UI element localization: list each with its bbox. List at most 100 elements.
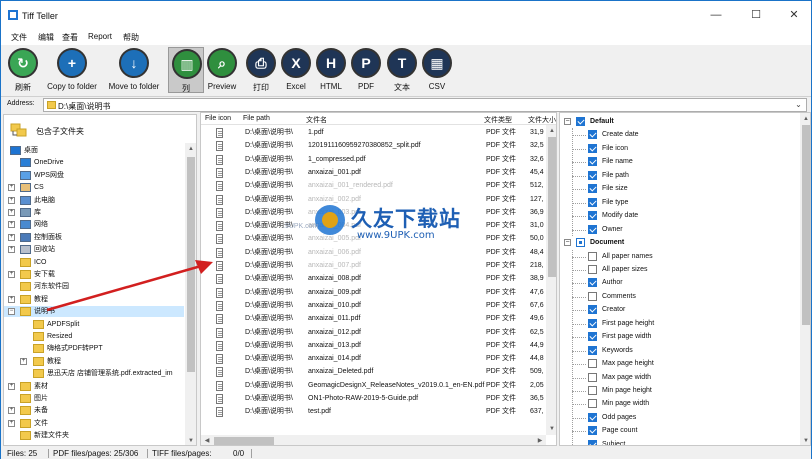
expand-icon[interactable]: +	[8, 221, 15, 229]
tree-item[interactable]: 思迅天店 店铺管理系统.pdf.extracted_im	[4, 368, 184, 379]
preview-button[interactable]: ⌕ Preview	[204, 47, 240, 93]
property-item[interactable]: First page height	[564, 317, 794, 330]
tree-item[interactable]: APDFSplit	[4, 319, 184, 330]
file-row[interactable]: D:\桌面\说明书\ ON1-Photo-RAW-2019-5-Guide.pdf…	[201, 392, 546, 406]
property-item[interactable]: Modify date	[564, 209, 794, 222]
file-row[interactable]: D:\桌面\说明书\ 120191116095927038085​2_split.…	[201, 139, 546, 153]
menu-help[interactable]: 帮助	[123, 32, 139, 43]
collapse-icon[interactable]: −	[8, 308, 15, 316]
scroll-up-arrow-icon[interactable]: ▲	[546, 125, 556, 137]
tree-scrollbar[interactable]: ▲ ▼	[185, 143, 196, 445]
property-checkbox[interactable]	[588, 224, 597, 234]
property-item[interactable]: Keywords	[564, 344, 794, 357]
file-row[interactable]: D:\桌面\说明书\ anxaizai_014.pdf PDF 文件 44,8	[201, 352, 546, 366]
tree-item[interactable]: 河东软件园	[4, 281, 184, 292]
property-item[interactable]: File icon	[564, 142, 794, 155]
tree-item[interactable]: + 网络	[4, 219, 184, 230]
property-checkbox[interactable]	[588, 211, 597, 221]
property-group[interactable]: − Default	[564, 115, 794, 128]
property-checkbox[interactable]	[588, 332, 597, 342]
expand-icon[interactable]: +	[8, 184, 15, 192]
property-checkbox[interactable]	[588, 345, 597, 355]
property-item[interactable]: All paper sizes	[564, 263, 794, 276]
menu-file[interactable]: 文件	[11, 32, 27, 43]
expand-icon[interactable]: +	[20, 357, 27, 365]
file-row[interactable]: D:\桌面\说明书\ anxaizai_013.pdf PDF 文件 44,9	[201, 339, 546, 353]
tree-item[interactable]: ICO	[4, 257, 184, 268]
pdf-button[interactable]: P PDF	[348, 47, 384, 93]
property-checkbox[interactable]	[588, 439, 597, 445]
scrollbar-thumb[interactable]	[802, 125, 810, 325]
property-checkbox[interactable]	[576, 117, 585, 126]
property-item[interactable]: Creator	[564, 303, 794, 316]
refresh-button[interactable]: ↻ 刷新	[7, 47, 39, 93]
menu-view[interactable]: 查看	[62, 32, 78, 43]
scroll-left-arrow-icon[interactable]: ◀	[201, 435, 213, 445]
menu-report[interactable]: Report	[88, 32, 112, 41]
file-row[interactable]: D:\桌面\说明书\ 1_compressed.pdf PDF 文件 32,6	[201, 153, 546, 167]
property-checkbox[interactable]	[588, 130, 597, 140]
expand-icon[interactable]: +	[8, 407, 15, 415]
property-checkbox[interactable]	[588, 197, 597, 207]
file-row[interactable]: D:\桌面\说明书\ anxaizai_002.pdf PDF 文件 127,	[201, 193, 546, 207]
file-row[interactable]: D:\桌面\说明书\ anxaizai_012.pdf PDF 文件 62,5	[201, 326, 546, 340]
file-row[interactable]: D:\桌面\说明书\ anxaizai_001_rendered.pdf PDF 文…	[201, 179, 546, 193]
expand-icon[interactable]: +	[8, 233, 15, 241]
property-item[interactable]: Owner	[564, 223, 794, 236]
property-item[interactable]: File type	[564, 196, 794, 209]
property-checkbox[interactable]	[588, 291, 597, 301]
tree-item[interactable]: + 库	[4, 207, 184, 218]
property-checkbox[interactable]	[588, 305, 597, 315]
tree-item[interactable]: + 此电脑	[4, 195, 184, 206]
property-checkbox[interactable]	[588, 386, 597, 395]
excel-button[interactable]: X Excel	[278, 47, 314, 93]
property-item[interactable]: Comments	[564, 290, 794, 303]
property-item[interactable]: Max page width	[564, 371, 794, 384]
file-row[interactable]: D:\桌面\说明书\ 1.pdf PDF 文件 31,9	[201, 126, 546, 140]
columns-button[interactable]: ▥ 列	[168, 47, 204, 93]
tree-item[interactable]: + 素材	[4, 381, 184, 392]
html-button[interactable]: H HTML	[313, 47, 349, 93]
column-file-path[interactable]: File path	[243, 115, 270, 122]
property-group[interactable]: − Document	[564, 236, 794, 249]
column-file-size[interactable]: 文件大小	[528, 115, 556, 125]
property-checkbox[interactable]	[588, 359, 597, 369]
file-row[interactable]: D:\桌面\说明书\ anxaizai_003.pdf PDF 文件 36,9	[201, 206, 546, 220]
tree-item[interactable]: + 安下载	[4, 269, 184, 280]
tree-item[interactable]: 嗨格式PDF转PPT	[4, 343, 184, 354]
scrollbar-thumb[interactable]	[187, 157, 195, 372]
expand-icon[interactable]: +	[8, 295, 15, 303]
minimize-button[interactable]: —	[697, 1, 735, 29]
expand-icon[interactable]: +	[8, 271, 15, 278]
property-checkbox[interactable]	[588, 278, 597, 288]
expand-icon[interactable]: +	[8, 209, 15, 216]
tree-item[interactable]: − 说明书	[4, 306, 184, 318]
chevron-down-icon[interactable]: ⌄	[793, 99, 804, 111]
expand-icon[interactable]: +	[8, 196, 15, 204]
property-checkbox[interactable]	[588, 251, 597, 261]
property-item[interactable]: Author	[564, 276, 794, 289]
scroll-down-arrow-icon[interactable]: ▼	[546, 423, 556, 435]
tree-item[interactable]: Resized	[4, 331, 184, 342]
property-checkbox[interactable]	[588, 318, 597, 328]
tree-item[interactable]: OneDrive	[4, 157, 184, 168]
property-item[interactable]: Max page height	[564, 357, 794, 370]
expand-icon[interactable]: +	[8, 246, 15, 254]
scroll-right-arrow-icon[interactable]: ▶	[534, 435, 546, 445]
scroll-down-arrow-icon[interactable]: ▼	[185, 435, 196, 445]
file-row[interactable]: D:\桌面\说明书\ anxaizai_008.pdf PDF 文件 38,9	[201, 272, 546, 286]
property-item[interactable]: Min page height	[564, 384, 794, 397]
csv-button[interactable]: ▦ CSV	[419, 47, 455, 93]
file-list-hscrollbar[interactable]: ◀ ▶	[201, 435, 546, 445]
file-row[interactable]: D:\桌面\说明书\ anxaizai_009.pdf PDF 文件 47,6	[201, 286, 546, 300]
address-input[interactable]: D:\桌面\说明书 ⌄	[43, 98, 807, 112]
print-button[interactable]: ⎙ 打印	[243, 47, 279, 93]
tree-item[interactable]: 桌面	[4, 145, 184, 156]
scrollbar-thumb[interactable]	[548, 137, 556, 277]
properties-scrollbar[interactable]: ▲ ▼	[800, 113, 810, 445]
file-row[interactable]: D:\桌面\说明书\ anxaizai_004.pdf PDF 文件 31,0	[201, 219, 546, 233]
file-row[interactable]: D:\桌面\说明书\ anxaizai_006.pdf PDF 文件 48,4	[201, 246, 546, 260]
property-checkbox[interactable]	[588, 426, 597, 436]
property-checkbox[interactable]	[588, 399, 597, 409]
file-row[interactable]: D:\桌面\说明书\ anxaizai_005.pdf PDF 文件 50,0	[201, 232, 546, 246]
